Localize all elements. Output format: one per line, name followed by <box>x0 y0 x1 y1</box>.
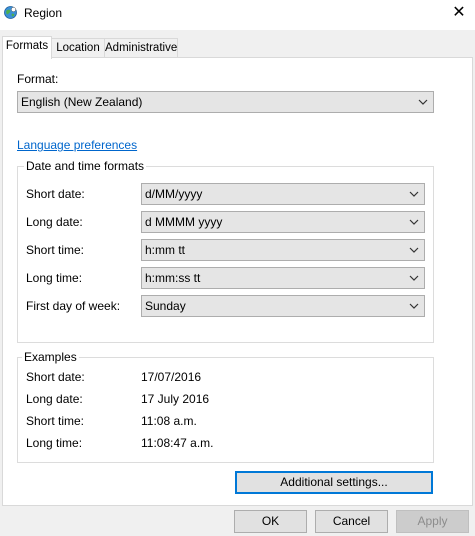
ok-button[interactable]: OK <box>234 510 307 533</box>
chevron-down-icon <box>409 219 419 225</box>
tab-strip: Formats Location Administrative <box>0 36 475 59</box>
close-button[interactable]: ✕ <box>445 0 473 26</box>
formats-panel: Format: English (New Zealand) Language p… <box>2 57 473 506</box>
short-date-label: Short date: <box>26 187 85 201</box>
example-short-time-label: Short time: <box>26 414 85 428</box>
long-date-dropdown[interactable]: d MMMM yyyy <box>141 211 425 233</box>
chevron-down-icon <box>409 275 419 281</box>
example-long-date-value: 17 July 2016 <box>141 392 210 406</box>
example-long-time-label: Long time: <box>26 436 83 450</box>
short-time-dropdown[interactable]: h:mm tt <box>141 239 425 261</box>
additional-settings-button[interactable]: Additional settings... <box>235 471 433 494</box>
tab-location[interactable]: Location <box>51 38 105 57</box>
title-bar: Region ✕ <box>0 0 475 30</box>
first-day-dropdown[interactable]: Sunday <box>141 295 425 317</box>
short-date-value: d/MM/yyyy <box>145 187 203 201</box>
date-time-formats-title: Date and time formats <box>24 159 147 173</box>
format-dropdown[interactable]: English (New Zealand) <box>17 91 434 113</box>
globe-clock-icon <box>4 6 17 19</box>
format-value: English (New Zealand) <box>21 95 143 109</box>
first-day-value: Sunday <box>145 299 186 313</box>
chevron-down-icon <box>418 99 428 105</box>
chevron-down-icon <box>409 191 419 197</box>
format-label: Format: <box>17 72 59 86</box>
long-date-value: d MMMM yyyy <box>145 215 223 229</box>
short-time-label: Short time: <box>26 243 85 257</box>
example-short-time-value: 11:08 a.m. <box>141 414 197 428</box>
window-title: Region <box>24 6 63 20</box>
language-preferences-link[interactable]: Language preferences <box>17 138 137 152</box>
first-day-label: First day of week: <box>26 299 121 313</box>
close-icon: ✕ <box>452 4 466 21</box>
tab-formats[interactable]: Formats <box>2 36 52 59</box>
example-short-date-label: Short date: <box>26 370 85 384</box>
cancel-button[interactable]: Cancel <box>315 510 388 533</box>
long-time-value: h:mm:ss tt <box>145 271 201 285</box>
apply-button[interactable]: Apply <box>396 510 469 533</box>
long-time-label: Long time: <box>26 271 83 285</box>
long-time-dropdown[interactable]: h:mm:ss tt <box>141 267 425 289</box>
example-long-date-label: Long date: <box>26 392 83 406</box>
chevron-down-icon <box>409 247 419 253</box>
date-time-formats-group: Date and time formats Short date: d/MM/y… <box>17 159 434 343</box>
example-long-time-value: 11:08:47 a.m. <box>141 436 214 450</box>
example-short-date-value: 17/07/2016 <box>141 370 202 384</box>
long-date-label: Long date: <box>26 215 83 229</box>
tab-administrative[interactable]: Administrative <box>104 38 178 57</box>
short-time-value: h:mm tt <box>145 243 186 257</box>
examples-title: Examples <box>22 350 79 364</box>
chevron-down-icon <box>409 303 419 309</box>
examples-group: Examples Short date: 17/07/2016 Long dat… <box>17 350 434 463</box>
short-date-dropdown[interactable]: d/MM/yyyy <box>141 183 425 205</box>
